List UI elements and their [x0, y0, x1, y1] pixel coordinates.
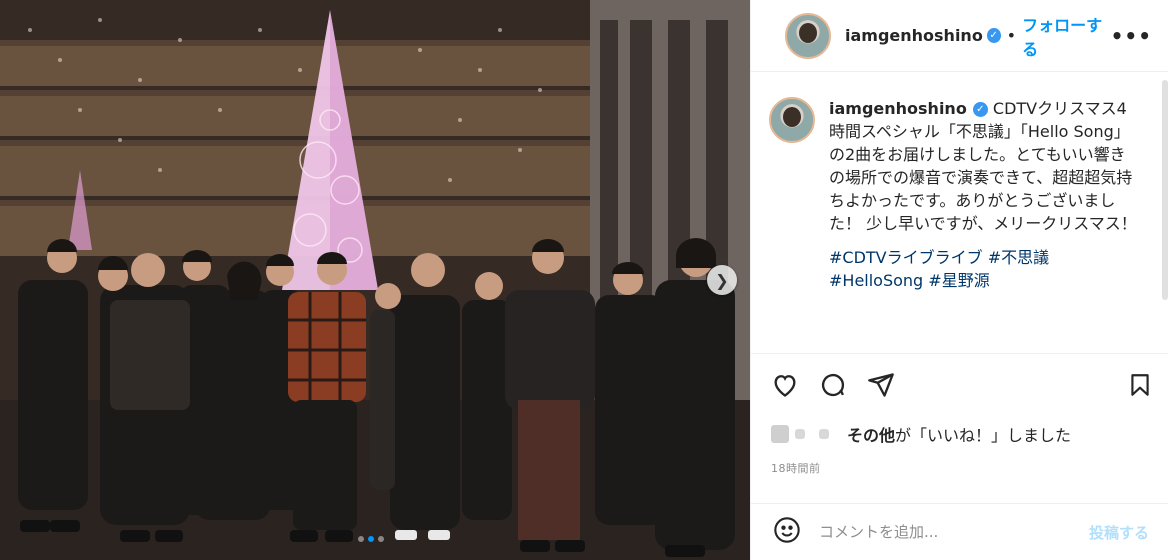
comment-input[interactable]	[819, 523, 1089, 541]
carousel-next-button[interactable]: ❯	[707, 265, 737, 295]
comment-box: 投稿する	[751, 503, 1168, 560]
caption-section: iamgenhoshino ✓ CDTVクリスマス4時間スペシャル「不思議」「He…	[751, 73, 1168, 353]
post-header: iamgenhoshino ✓ • フォローする •••	[751, 0, 1168, 72]
liker-avatar[interactable]	[771, 425, 789, 443]
avatar[interactable]	[785, 12, 831, 59]
comment-icon[interactable]	[819, 371, 847, 399]
blurred-username	[795, 429, 805, 439]
caption: iamgenhoshino ✓ CDTVクリスマス4時間スペシャル「不思議」「He…	[829, 97, 1139, 353]
more-options-icon[interactable]: •••	[1111, 24, 1152, 48]
likes-others-link[interactable]: その他	[847, 422, 895, 446]
blurred-username	[819, 429, 829, 439]
caption-text: CDTVクリスマス4時間スペシャル「不思議」「Hello Song」の2曲をお届…	[829, 99, 1137, 233]
scrollbar[interactable]	[1162, 80, 1168, 300]
emoji-icon[interactable]	[773, 516, 801, 548]
carousel-dot-active	[368, 536, 374, 542]
post-photo[interactable]: ❯	[0, 0, 750, 560]
carousel-indicator	[358, 536, 384, 542]
share-icon[interactable]	[867, 371, 895, 399]
hashtags[interactable]: #CDTVライブライブ #不思議 #HelloSong #星野源	[829, 246, 1139, 292]
bookmark-icon[interactable]	[1127, 371, 1153, 399]
heart-icon[interactable]	[771, 371, 799, 399]
carousel-dot	[358, 536, 364, 542]
likes-text: が「いいね！」しました	[895, 426, 1072, 445]
username-link[interactable]: iamgenhoshino	[845, 26, 983, 45]
likes-summary: その他 が「いいね！」しました	[771, 422, 1153, 446]
post-comment-button[interactable]: 投稿する	[1089, 522, 1149, 543]
caption-username-link[interactable]: iamgenhoshino	[829, 99, 967, 118]
caption-avatar[interactable]	[769, 97, 815, 143]
chevron-right-icon: ❯	[715, 270, 729, 290]
post-timestamp[interactable]: 18時間前	[771, 460, 1153, 476]
verified-badge-icon: ✓	[986, 28, 1001, 43]
photo-scene	[0, 0, 750, 560]
verified-badge-icon: ✓	[972, 102, 988, 117]
action-bar: その他 が「いいね！」しました 18時間前	[751, 353, 1168, 476]
follow-button[interactable]: フォローする	[1022, 12, 1111, 60]
separator: •	[1006, 26, 1017, 45]
post-side-panel: iamgenhoshino ✓ • フォローする ••• iamgenhoshi…	[750, 0, 1168, 560]
carousel-dot	[378, 536, 384, 542]
